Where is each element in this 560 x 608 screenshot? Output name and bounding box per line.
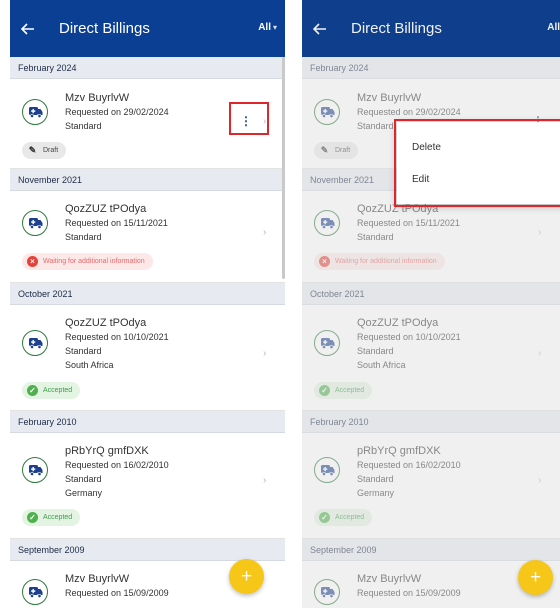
item-name: QozZUZ tPOdya [65, 203, 147, 215]
status-badge: ✓ Accepted [22, 382, 81, 399]
item-requested-date: Requested on 29/02/2024 [65, 107, 169, 117]
list-item[interactable]: QozZUZ tPOdya Requested on 15/11/2021 St… [10, 191, 285, 283]
item-name: QozZUZ tPOdya [65, 317, 147, 329]
item-texts: QozZUZ tPOdya Requested on 15/11/2021 St… [65, 202, 168, 244]
back-arrow-icon[interactable] [21, 20, 39, 38]
item-texts: QozZUZ tPOdya Requested on 10/10/2021 St… [65, 316, 169, 372]
status-label: Accepted [43, 387, 73, 394]
add-button[interactable]: + [518, 560, 553, 595]
highlight-box [394, 119, 560, 207]
highlight-box [229, 102, 269, 135]
list-item[interactable]: Mzv BuyrlvW Requested on 29/02/2024 Stan… [10, 79, 285, 169]
close-icon: × [27, 256, 38, 267]
item-country: South Africa [65, 360, 114, 370]
scrollbar[interactable] [282, 57, 285, 279]
section-header: February 2010 [10, 411, 285, 433]
status-badge: × Waiting for additional information [22, 253, 153, 270]
list-item[interactable]: QozZUZ tPOdya Requested on 10/10/2021 St… [10, 305, 285, 411]
screen-left: Direct Billings All ▾ February 2024 Mzv … [10, 0, 285, 608]
billing-list: February 2024 Mzv BuyrlvW Requested on 2… [10, 57, 285, 608]
item-requested-date: Requested on 10/10/2021 [65, 332, 169, 342]
status-badge: ✓ Accepted [22, 509, 81, 526]
section-header: February 2024 [10, 57, 285, 79]
item-texts: Mzv BuyrlvW Requested on 15/09/2009 [65, 572, 169, 600]
screen-right: Direct Billings All February 2024 Mzv Bu… [302, 0, 560, 608]
status-label: Accepted [43, 514, 73, 521]
check-icon: ✓ [27, 385, 38, 396]
ambulance-icon [22, 210, 48, 236]
item-name: pRbYrQ gmfDXK [65, 445, 149, 457]
chevron-right-icon: › [263, 227, 267, 238]
item-name: Mzv BuyrlvW [65, 573, 130, 585]
ambulance-icon [22, 330, 48, 356]
status-label: Waiting for additional information [43, 258, 145, 265]
ambulance-icon [22, 457, 48, 483]
ambulance-icon [22, 579, 48, 605]
filter-dropdown[interactable]: All ▾ [258, 22, 277, 33]
item-texts: pRbYrQ gmfDXK Requested on 16/02/2010 St… [65, 444, 169, 500]
status-badge: ✎ Draft [22, 142, 67, 159]
item-type: Standard [65, 474, 102, 484]
chevron-right-icon: › [263, 475, 267, 486]
item-name: Mzv BuyrlvW [65, 92, 130, 104]
chevron-down-icon: ▾ [272, 23, 277, 32]
item-texts: Mzv BuyrlvW Requested on 29/02/2024 Stan… [65, 91, 169, 133]
item-requested-date: Requested on 16/02/2010 [65, 460, 169, 470]
item-country: Germany [65, 488, 103, 498]
menu-scrim[interactable] [302, 0, 560, 608]
check-icon: ✓ [27, 512, 38, 523]
list-item[interactable]: pRbYrQ gmfDXK Requested on 16/02/2010 St… [10, 433, 285, 539]
add-button[interactable]: + [229, 559, 264, 594]
ambulance-icon [22, 99, 48, 125]
item-requested-date: Requested on 15/09/2009 [65, 588, 169, 598]
section-header: September 2009 [10, 539, 285, 561]
item-type: Standard [65, 346, 102, 356]
item-type: Standard [65, 232, 102, 242]
app-bar: Direct Billings All ▾ [10, 0, 285, 57]
page-title: Direct Billings [59, 20, 150, 37]
section-header: November 2021 [10, 169, 285, 191]
chevron-right-icon: › [263, 348, 267, 359]
item-type: Standard [65, 121, 102, 131]
item-requested-date: Requested on 15/11/2021 [65, 218, 168, 228]
status-label: Draft [43, 147, 59, 154]
filter-label: All [258, 22, 271, 33]
edit-icon: ✎ [28, 145, 37, 155]
section-header: October 2021 [10, 283, 285, 305]
